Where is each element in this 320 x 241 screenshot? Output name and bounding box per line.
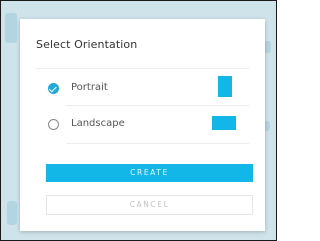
checked-radio-icon[interactable] xyxy=(48,83,59,94)
orientation-dialog: Select Orientation Portrait Landscape CR… xyxy=(20,19,265,231)
screen-frame: Select Orientation Portrait Landscape CR… xyxy=(0,0,277,241)
create-button[interactable]: CREATE xyxy=(46,164,253,182)
divider xyxy=(66,105,249,106)
option-landscape[interactable]: Landscape xyxy=(20,110,265,140)
divider xyxy=(66,143,249,144)
option-label-portrait: Portrait xyxy=(71,82,108,93)
divider xyxy=(36,68,249,69)
portrait-page-icon xyxy=(218,76,232,97)
cancel-button[interactable]: CANCEL xyxy=(46,195,253,215)
option-label-landscape: Landscape xyxy=(71,118,125,129)
landscape-page-icon xyxy=(212,116,236,130)
dialog-title: Select Orientation xyxy=(36,38,138,51)
background-shape xyxy=(7,201,17,225)
background-shape xyxy=(5,13,17,43)
unchecked-radio-icon[interactable] xyxy=(48,119,59,130)
option-portrait[interactable]: Portrait xyxy=(20,74,265,104)
